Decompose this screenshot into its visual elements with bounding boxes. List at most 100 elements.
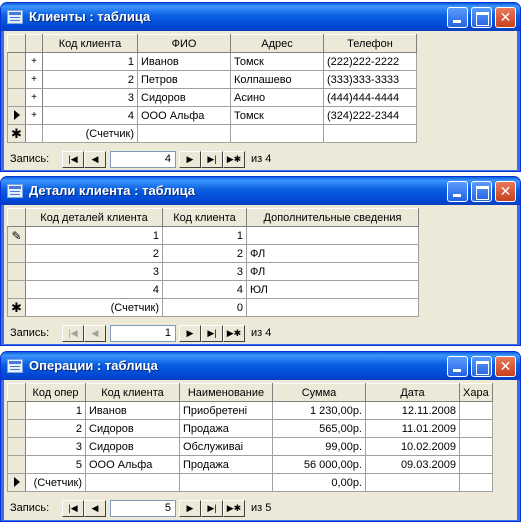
column-header[interactable]: Дата <box>365 383 460 402</box>
maximize-button[interactable] <box>471 181 492 202</box>
cell[interactable]: 4 <box>162 280 247 299</box>
new-record-row[interactable]: ✱ (Счетчик) 0 <box>7 298 419 317</box>
column-header[interactable]: Код опер <box>25 383 86 402</box>
cell[interactable]: Сидоров <box>85 419 180 438</box>
row-selector[interactable] <box>7 401 26 420</box>
cell[interactable]: 3 <box>25 262 163 281</box>
cell[interactable] <box>230 124 324 143</box>
cell[interactable]: Асино <box>230 88 324 107</box>
cell[interactable] <box>459 401 493 420</box>
row-selector[interactable] <box>7 244 26 263</box>
cell[interactable]: ФЛ <box>246 262 419 281</box>
last-record-button[interactable]: ▶| <box>201 325 223 342</box>
column-header[interactable]: Телефон <box>323 34 417 53</box>
row-selector[interactable] <box>7 455 26 474</box>
cell[interactable]: Иванов <box>85 401 180 420</box>
cell[interactable]: Обслуживаі <box>179 437 273 456</box>
cell[interactable] <box>459 437 493 456</box>
cell[interactable]: 3 <box>25 437 86 456</box>
cell[interactable]: 1 <box>162 226 247 245</box>
cell[interactable]: (222)222-2222 <box>323 52 417 71</box>
cell[interactable] <box>365 473 460 492</box>
clients-titlebar[interactable]: Клиенты : таблица ✕ <box>1 3 520 31</box>
close-button[interactable]: ✕ <box>495 181 516 202</box>
cell[interactable]: Продажа <box>179 455 273 474</box>
column-header[interactable]: Код деталей клиента <box>25 208 163 227</box>
cell[interactable]: 3 <box>162 262 247 281</box>
cell[interactable] <box>137 124 231 143</box>
expand-icon[interactable]: + <box>25 70 43 89</box>
first-record-button[interactable]: |◀ <box>62 325 84 342</box>
row-selector[interactable] <box>7 437 26 456</box>
cell[interactable]: 4 <box>25 280 163 299</box>
row-selector[interactable] <box>7 419 26 438</box>
row-selector[interactable] <box>7 52 26 71</box>
table-row[interactable]: + 4 ООО Альфа Томск (324)222-2344 <box>7 106 417 125</box>
expand-icon[interactable]: + <box>25 88 43 107</box>
cell[interactable] <box>246 298 419 317</box>
cell[interactable] <box>323 124 417 143</box>
cell[interactable] <box>179 473 273 492</box>
client-details-titlebar[interactable]: Детали клиента : таблица ✕ <box>1 177 520 205</box>
prev-record-button[interactable]: ◀ <box>84 500 106 517</box>
cell[interactable]: ФЛ <box>246 244 419 263</box>
cell[interactable]: 1 230,00р. <box>272 401 366 420</box>
cell[interactable] <box>459 419 493 438</box>
expand-icon[interactable]: + <box>25 52 43 71</box>
cell[interactable]: 1 <box>25 226 163 245</box>
record-number-input[interactable]: 1 <box>110 325 176 342</box>
cell[interactable]: Томск <box>230 52 324 71</box>
cell[interactable]: ЮЛ <box>246 280 419 299</box>
first-record-button[interactable]: |◀ <box>62 500 84 517</box>
new-record-button[interactable]: ▶✱ <box>223 325 245 342</box>
first-record-button[interactable]: |◀ <box>62 151 84 168</box>
maximize-button[interactable] <box>471 7 492 28</box>
cell[interactable]: 2 <box>25 244 163 263</box>
table-row[interactable]: 2 Сидоров Продажа 565,00р. 11.01.2009 <box>7 419 493 438</box>
cell[interactable]: 4 <box>42 106 138 125</box>
cell[interactable]: Сидоров <box>137 88 231 107</box>
last-record-button[interactable]: ▶| <box>201 151 223 168</box>
cell[interactable] <box>246 226 419 245</box>
cell[interactable]: (333)333-3333 <box>323 70 417 89</box>
prev-record-button[interactable]: ◀ <box>84 151 106 168</box>
cell[interactable]: 1 <box>25 401 86 420</box>
cell[interactable]: 56 000,00р. <box>272 455 366 474</box>
column-header[interactable]: Код клиента <box>162 208 247 227</box>
current-record-pointer-icon[interactable] <box>7 473 26 492</box>
cell[interactable]: 2 <box>25 419 86 438</box>
cell[interactable]: 99,00р. <box>272 437 366 456</box>
cell[interactable]: Колпашево <box>230 70 324 89</box>
table-row[interactable]: + 2 Петров Колпашево (333)333-3333 <box>7 70 417 89</box>
column-header[interactable]: Хара <box>459 383 493 402</box>
next-record-button[interactable]: ▶ <box>179 325 201 342</box>
cell[interactable]: 11.01.2009 <box>365 419 460 438</box>
select-all-corner[interactable] <box>7 208 26 227</box>
cell[interactable] <box>85 473 180 492</box>
cell[interactable]: 2 <box>162 244 247 263</box>
maximize-button[interactable] <box>471 356 492 377</box>
table-row[interactable]: 2 2 ФЛ <box>7 244 419 263</box>
column-header[interactable]: Код клиента <box>85 383 180 402</box>
new-record-icon[interactable]: ✱ <box>7 298 26 317</box>
table-row[interactable]: + 3 Сидоров Асино (444)444-4444 <box>7 88 417 107</box>
cell[interactable]: 09.03.2009 <box>365 455 460 474</box>
cell[interactable]: ООО Альфа <box>85 455 180 474</box>
table-row[interactable]: 3 Сидоров Обслуживаі 99,00р. 10.02.2009 <box>7 437 493 456</box>
cell[interactable]: (324)222-2344 <box>323 106 417 125</box>
column-header[interactable]: Наименование <box>179 383 273 402</box>
cell[interactable]: Продажа <box>179 419 273 438</box>
next-record-button[interactable]: ▶ <box>179 500 201 517</box>
cell[interactable]: 565,00р. <box>272 419 366 438</box>
select-all-corner[interactable] <box>7 383 26 402</box>
cell[interactable]: Иванов <box>137 52 231 71</box>
cell[interactable]: Приобретені <box>179 401 273 420</box>
prev-record-button[interactable]: ◀ <box>84 325 106 342</box>
cell[interactable]: (Счетчик) <box>25 298 163 317</box>
cell[interactable]: 0,00р. <box>272 473 366 492</box>
cell[interactable]: 2 <box>42 70 138 89</box>
column-header[interactable]: Дополнительные сведения <box>246 208 419 227</box>
cell[interactable]: Томск <box>230 106 324 125</box>
new-record-row[interactable]: ✱ (Счетчик) <box>7 124 417 143</box>
cell[interactable]: 0 <box>162 298 247 317</box>
